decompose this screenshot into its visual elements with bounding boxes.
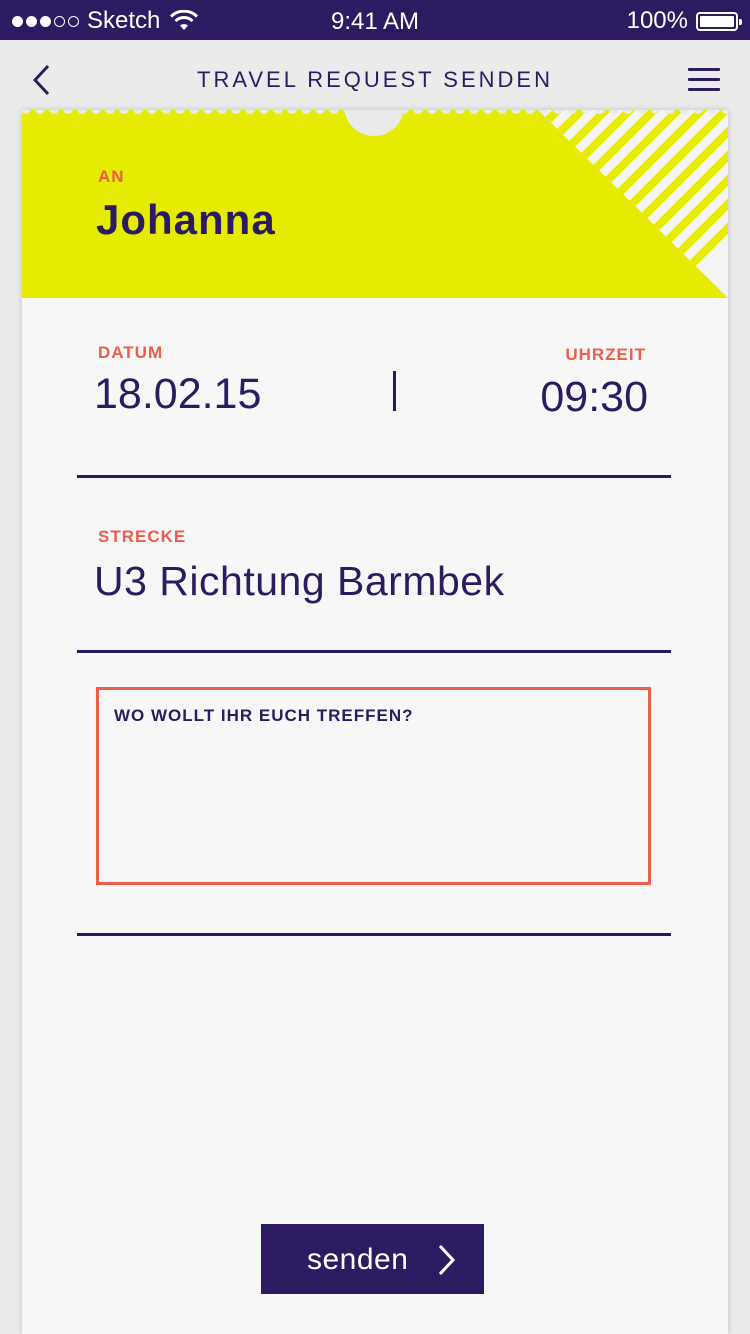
hamburger-menu-icon[interactable] xyxy=(688,68,720,94)
perforation-hole xyxy=(105,110,115,114)
perforation-hole xyxy=(693,110,703,114)
meeting-point-label: WO WOLLT IHR EUCH TREFFEN? xyxy=(114,706,414,725)
date-label: DATUM xyxy=(98,343,164,362)
perforation-hole xyxy=(259,110,269,114)
perforation-hole xyxy=(91,110,101,114)
perforation-hole xyxy=(553,110,563,114)
perforation-hole xyxy=(119,110,129,114)
battery-icon xyxy=(696,11,742,31)
divider xyxy=(77,650,671,653)
perforation-hole xyxy=(637,110,647,114)
perforation-hole xyxy=(245,110,255,114)
menu-line xyxy=(688,88,720,91)
perforation-hole xyxy=(189,110,199,114)
perforation-hole xyxy=(315,110,325,114)
perforation-hole xyxy=(483,110,493,114)
perforation-hole xyxy=(511,110,521,114)
perforation-hole xyxy=(539,110,549,114)
perforation-hole xyxy=(441,110,451,114)
stripe-pattern xyxy=(538,110,728,298)
perforation-hole xyxy=(77,110,87,114)
recipient-name: Johanna xyxy=(96,196,276,243)
perforation-hole xyxy=(301,110,311,114)
perforation-hole xyxy=(623,110,633,114)
perforation-hole xyxy=(665,110,675,114)
divider xyxy=(77,475,671,478)
perforation-hole xyxy=(567,110,577,114)
perforation-hole xyxy=(329,110,339,114)
perforation-hole xyxy=(273,110,283,114)
perforation-hole xyxy=(49,110,59,114)
perforation-hole xyxy=(427,110,437,114)
perforation-hole xyxy=(203,110,213,114)
route-value[interactable]: U3 Richtung Barmbek xyxy=(94,558,505,605)
perforation-hole xyxy=(679,110,689,114)
perforation-hole xyxy=(287,110,297,114)
perforation-hole xyxy=(22,110,31,114)
perforation-hole xyxy=(413,110,423,114)
perforation-hole xyxy=(581,110,591,114)
perforation-hole xyxy=(175,110,185,114)
chevron-right-icon xyxy=(438,1244,456,1276)
ticket-card: AN Johanna DATUM 18.02.15 UHRZEIT 09:30 … xyxy=(22,110,728,1334)
perforation-hole xyxy=(609,110,619,114)
date-time-separator xyxy=(393,371,396,411)
perforation-hole xyxy=(217,110,227,114)
perforation-hole xyxy=(147,110,157,114)
perforation-hole xyxy=(455,110,465,114)
time-label: UHRZEIT xyxy=(565,345,646,364)
divider xyxy=(77,933,671,936)
meeting-point-input[interactable]: WO WOLLT IHR EUCH TREFFEN? xyxy=(96,687,651,885)
perforation-hole xyxy=(525,110,535,114)
perforation-hole xyxy=(35,110,45,114)
perforation-hole xyxy=(63,110,73,114)
perforation-hole xyxy=(707,110,717,114)
battery-percent: 100% xyxy=(626,7,688,34)
perforation-hole xyxy=(595,110,605,114)
status-right: 100% xyxy=(626,7,742,35)
perforation-hole xyxy=(133,110,143,114)
perforation-hole xyxy=(721,110,728,114)
send-button[interactable]: senden xyxy=(261,1224,484,1294)
status-bar: Sketch 9:41 AM 100% xyxy=(0,0,750,40)
perforation-hole xyxy=(231,110,241,114)
ticket-notch xyxy=(344,110,404,136)
recipient-label: AN xyxy=(98,167,125,186)
battery-level xyxy=(700,15,734,27)
nav-bar: TRAVEL REQUEST SENDEN xyxy=(0,40,750,110)
ticket-header: AN Johanna xyxy=(22,110,728,298)
battery-tip xyxy=(739,18,742,25)
send-button-label: senden xyxy=(307,1243,409,1276)
route-label: STRECKE xyxy=(98,527,187,546)
page-title: TRAVEL REQUEST SENDEN xyxy=(197,67,553,92)
perforation-hole xyxy=(497,110,507,114)
time-value[interactable]: 09:30 xyxy=(540,373,648,422)
perforation-hole xyxy=(651,110,661,114)
date-value[interactable]: 18.02.15 xyxy=(94,370,261,419)
perforation-hole xyxy=(161,110,171,114)
perforation-hole xyxy=(469,110,479,114)
menu-line xyxy=(688,68,720,71)
menu-line xyxy=(688,78,720,81)
